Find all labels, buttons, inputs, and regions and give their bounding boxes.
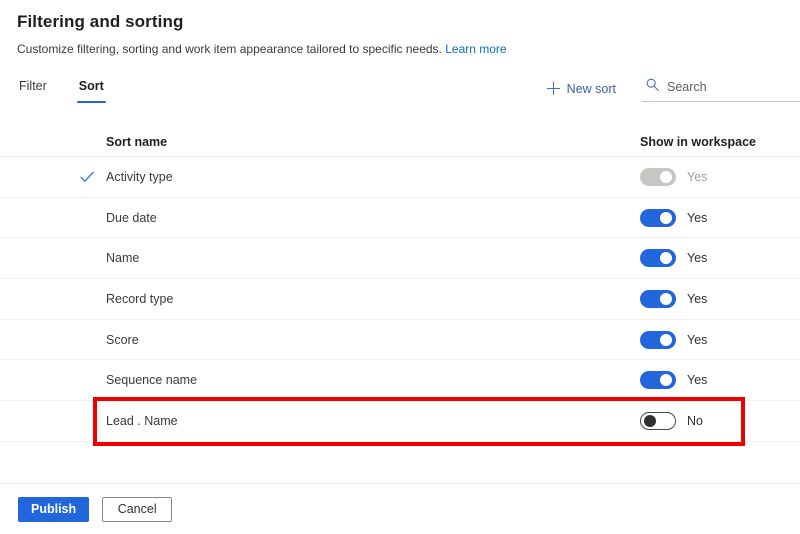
row-label: Activity type [106,169,173,184]
new-sort-button[interactable]: New sort [541,77,622,101]
column-header-show-in-workspace: Show in workspace [640,134,757,149]
row-toggle-cell: Yes [640,167,800,186]
cancel-button[interactable]: Cancel [102,496,173,522]
row-toggle-cell: Yes [640,330,800,349]
table-row[interactable]: Lead . Name No [0,401,800,442]
row-label: Score [106,332,139,347]
show-in-workspace-toggle[interactable] [640,289,676,308]
page-subtitle: Customize filtering, sorting and work it… [17,41,800,58]
row-label: Due date [106,210,157,225]
table-row[interactable]: Record type Yes [0,279,800,320]
row-name-cell: Name [0,251,640,265]
show-in-workspace-toggle[interactable] [640,208,676,227]
row-toggle-cell: Yes [640,289,800,308]
show-in-workspace-toggle[interactable] [640,411,676,430]
row-name-cell: Score [0,333,640,347]
row-name-cell: Record type [0,292,640,306]
table-row[interactable]: Score Yes [0,320,800,361]
row-name-cell: Activity type [0,170,640,184]
command-bar: Filter Sort New sort [0,75,800,113]
toggle-knob [660,333,672,346]
row-label: Sequence name [106,373,198,388]
page-title: Filtering and sorting [17,12,184,31]
toggle-state-label: Yes [687,251,708,266]
row-name-cell: Due date [0,211,640,225]
table-row[interactable]: Name Yes [0,238,800,280]
show-in-workspace-toggle[interactable] [640,330,676,349]
toggle-knob [644,414,656,427]
table-header-row: Sort name Show in workspace [0,127,800,157]
command-bar-actions: New sort [541,75,800,102]
table-body: Activity type Yes Due date Yes Name Yes Record… [0,157,800,442]
table-row[interactable]: Sequence name Yes [0,360,800,402]
row-label: Record type [106,291,174,306]
page-subtitle-text: Customize filtering, sorting and work it… [17,42,442,56]
check-icon [80,171,106,183]
plus-icon [546,82,560,95]
toggle-knob [660,170,672,183]
row-toggle-cell: Yes [640,371,800,390]
toggle-state-label: No [687,413,703,428]
toggle-knob [660,374,672,387]
tab-filter[interactable]: Filter [17,75,49,95]
row-label: Name [106,251,140,266]
footer-actions: Publish Cancel [0,483,800,534]
publish-button[interactable]: Publish [18,496,90,522]
row-toggle-cell: Yes [640,249,800,268]
toggle-knob [660,211,672,224]
toggle-knob [660,292,672,305]
show-in-workspace-toggle[interactable] [640,371,676,390]
row-toggle-cell: No [640,411,800,430]
row-label: Lead . Name [106,413,178,428]
toggle-state-label: Yes [687,169,708,184]
show-in-workspace-toggle[interactable] [640,249,676,268]
show-in-workspace-toggle [640,167,676,186]
toggle-state-label: Yes [687,332,708,347]
new-sort-label: New sort [566,81,616,96]
table-row[interactable]: Activity type Yes [0,157,800,198]
tab-sort[interactable]: Sort [76,75,106,103]
toggle-knob [660,252,672,265]
table-row[interactable]: Due date Yes [0,198,800,239]
row-toggle-cell: Yes [640,208,800,227]
row-name-cell: Lead . Name [0,414,640,428]
row-name-cell: Sequence name [0,373,640,387]
toggle-state-label: Yes [687,373,708,388]
search-box[interactable] [642,75,800,102]
sort-table: Sort name Show in workspace Activity typ… [0,127,800,442]
page-header: Filtering and sorting Customize filterin… [0,0,800,58]
search-icon [646,78,659,96]
column-header-sort-name: Sort name [106,134,168,149]
search-input[interactable] [667,80,800,94]
learn-more-link[interactable]: Learn more [445,42,506,56]
tab-list: Filter Sort [0,75,134,103]
toggle-state-label: Yes [687,210,708,225]
toggle-state-label: Yes [687,291,708,306]
